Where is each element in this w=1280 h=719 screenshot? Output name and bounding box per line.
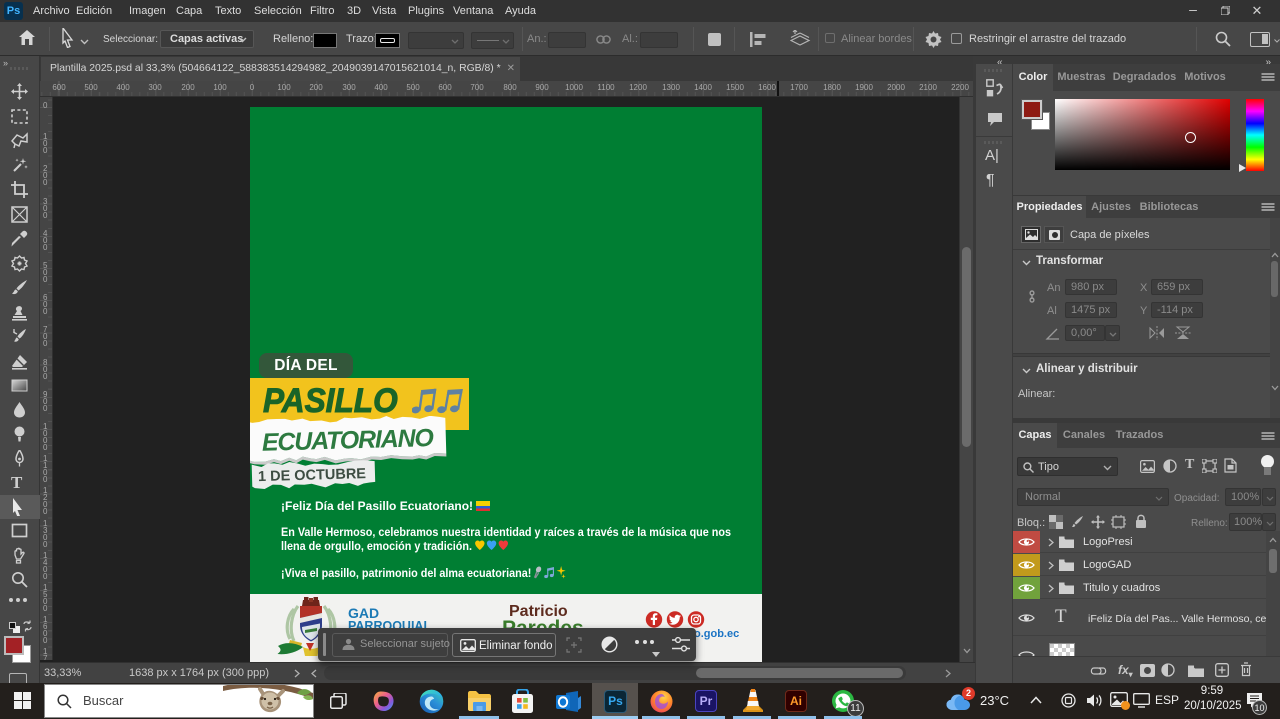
svg-text:1 DE OCTUBRE: 1 DE OCTUBRE: [258, 466, 367, 485]
svg-text:ECUATORIANO: ECUATORIANO: [262, 424, 435, 457]
